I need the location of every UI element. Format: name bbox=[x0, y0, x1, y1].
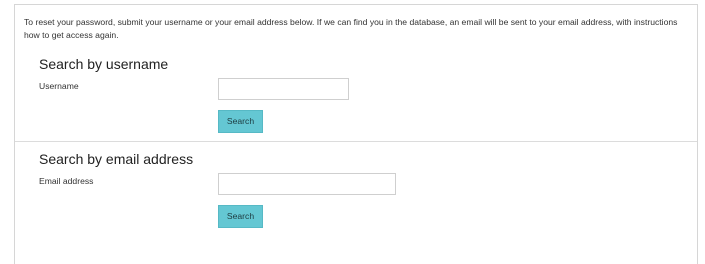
email-address-label: Email address bbox=[39, 176, 94, 186]
search-username-button[interactable]: Search bbox=[218, 110, 263, 133]
search-by-username-heading: Search by username bbox=[39, 56, 169, 72]
search-by-email-heading: Search by email address bbox=[39, 151, 194, 167]
username-label: Username bbox=[39, 81, 79, 91]
search-email-button[interactable]: Search bbox=[218, 205, 263, 228]
section-divider bbox=[15, 141, 697, 142]
email-address-input[interactable] bbox=[218, 173, 396, 195]
username-input[interactable] bbox=[218, 78, 349, 100]
instructions-text: To reset your password, submit your user… bbox=[24, 17, 678, 40]
forgot-password-panel bbox=[14, 4, 698, 264]
